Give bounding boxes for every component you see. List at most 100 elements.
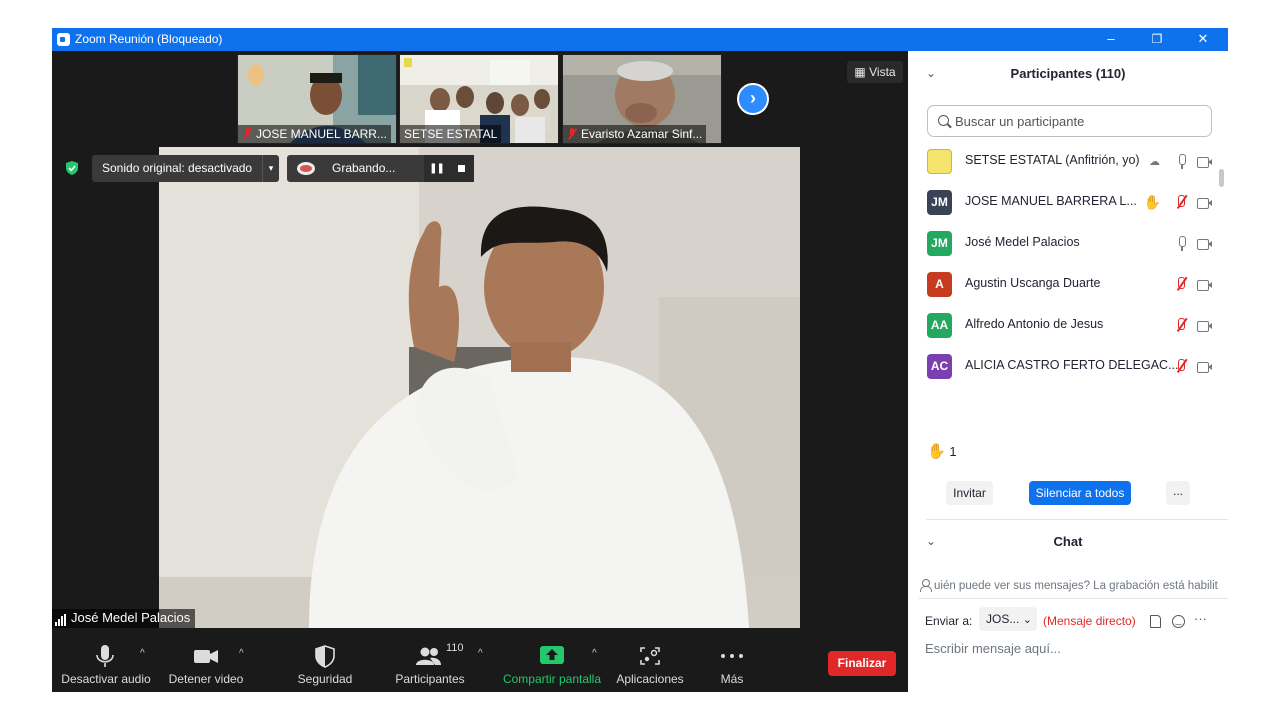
end-meeting-button[interactable]: Finalizar: [828, 651, 896, 676]
participant-name: Alfredo Antonio de Jesus: [965, 317, 1104, 331]
microphone-icon[interactable]: [1177, 154, 1187, 169]
search-input[interactable]: [955, 112, 1205, 130]
participant-status-icons: [1133, 359, 1213, 375]
recording-label: Grabando...: [332, 161, 396, 175]
participant-count: 110: [446, 642, 464, 654]
minimize-button[interactable]: –: [1088, 28, 1134, 51]
participant-name: JOSE MANUEL BARRERA L...: [965, 194, 1137, 208]
camera-icon[interactable]: [1197, 321, 1213, 332]
recording-indicator: Grabando... ❚❚: [287, 155, 474, 182]
original-sound-toggle[interactable]: Sonido original: desactivado ▾: [92, 155, 279, 182]
speaker-name-tag: José Medel Palacios: [52, 609, 196, 628]
microphone-icon[interactable]: [1177, 236, 1187, 251]
audio-options-caret[interactable]: ^: [140, 648, 145, 659]
more-dots-icon: [721, 654, 743, 658]
participant-row[interactable]: JM José Medel Palacios: [908, 223, 1213, 264]
person-icon: [920, 579, 932, 592]
recipient-select[interactable]: JOS... ⌄: [979, 607, 1037, 631]
participant-name: Agustin Uscanga Duarte: [965, 276, 1101, 290]
security-button[interactable]: Seguridad: [290, 636, 360, 692]
participants-button[interactable]: 110 Participantes: [390, 636, 470, 692]
camera-icon[interactable]: [1197, 157, 1213, 168]
original-sound-label: Sonido original: desactivado: [102, 161, 253, 175]
participants-options-caret[interactable]: ^: [478, 648, 483, 659]
microphone-muted-icon[interactable]: [1175, 195, 1187, 210]
chat-divider: [918, 598, 1228, 599]
chat-header: ⌄ Chat: [908, 520, 1228, 560]
chevron-down-icon: ⌄: [1022, 614, 1032, 626]
search-icon: [938, 115, 949, 126]
close-button[interactable]: ✕: [1180, 28, 1226, 51]
view-button[interactable]: ▦ Vista: [847, 61, 903, 83]
title-bar: Zoom Reunión (Bloqueado) – ❐ ✕: [52, 28, 1228, 51]
main-speaker-video: [159, 147, 800, 628]
sound-dropdown-caret[interactable]: ▾: [262, 155, 279, 182]
cloud-recording-icon: ☁: [1149, 156, 1160, 168]
microphone-muted-icon[interactable]: [1175, 359, 1187, 374]
apps-icon: [640, 647, 660, 665]
mic-muted-icon: [567, 128, 577, 140]
participant-status-icons: [1133, 277, 1213, 293]
participants-header: ⌄ Participantes (110): [908, 51, 1228, 95]
chat-title: Chat: [1053, 534, 1083, 549]
avatar: AC: [927, 354, 952, 379]
participant-name: SETSE ESTATAL (Anfitrión, yo): [965, 153, 1140, 167]
video-thumbnail[interactable]: SETSE ESTATAL: [399, 54, 559, 144]
invite-button[interactable]: Invitar: [946, 481, 993, 505]
microphone-muted-icon[interactable]: [1175, 277, 1187, 292]
meeting-toolbar: Desactivar audio ^ Detener video ^ Segur…: [52, 636, 908, 692]
pause-recording-button[interactable]: ❚❚: [424, 155, 449, 182]
camera-icon[interactable]: [1197, 198, 1213, 209]
camera-icon[interactable]: [1197, 280, 1213, 291]
participant-row[interactable]: JM JOSE MANUEL BARRERA L... ✋: [908, 182, 1213, 223]
participant-row[interactable]: AA Alfredo Antonio de Jesus: [908, 305, 1213, 346]
recording-icon: [297, 162, 315, 175]
participants-more-button[interactable]: ...: [1166, 481, 1190, 505]
restore-button[interactable]: ❐: [1134, 28, 1180, 51]
avatar: JM: [927, 231, 952, 256]
next-page-button[interactable]: ›: [737, 83, 769, 115]
participant-name: José Medel Palacios: [965, 235, 1080, 249]
participant-row[interactable]: SETSE ESTATAL (Anfitrión, yo) ☁: [908, 141, 1213, 182]
raised-hands-summary: ✋ 1: [927, 443, 957, 460]
raised-hand-icon: ✋: [927, 443, 946, 460]
thumbnail-name: JOSE MANUEL BARR...: [238, 125, 391, 143]
participant-row[interactable]: AC ALICIA CASTRO FERTO DELEGAC...: [908, 346, 1213, 387]
chat-more-button[interactable]: ···: [1194, 611, 1207, 626]
raised-hand-icon: ✋: [1143, 194, 1161, 210]
video-thumbnail[interactable]: JOSE MANUEL BARR...: [237, 54, 397, 144]
direct-message-label: (Mensaje directo): [1043, 614, 1136, 628]
thumbnail-name: Evaristo Azamar Sinf...: [563, 125, 707, 143]
participant-status-icons: ☁: [1133, 154, 1213, 170]
participant-status-icons: [1133, 236, 1213, 252]
participant-search[interactable]: [927, 105, 1212, 137]
participant-row[interactable]: A Agustin Uscanga Duarte: [908, 264, 1213, 305]
scrollbar-thumb[interactable]: [1219, 169, 1224, 187]
avatar: AA: [927, 313, 952, 338]
emoji-icon[interactable]: ‿: [1172, 615, 1185, 628]
grid-icon: ▦: [854, 65, 866, 79]
mic-muted-icon: [242, 128, 252, 140]
stop-recording-button[interactable]: [449, 155, 474, 182]
window-title: Zoom Reunión (Bloqueado): [75, 32, 223, 46]
more-button[interactable]: Más: [708, 636, 756, 692]
video-options-caret[interactable]: ^: [239, 648, 244, 659]
share-options-caret[interactable]: ^: [592, 648, 597, 659]
video-thumbnail[interactable]: Evaristo Azamar Sinf...: [562, 54, 722, 144]
share-screen-button[interactable]: Compartir pantalla: [500, 636, 604, 692]
camera-icon[interactable]: [1197, 362, 1213, 373]
mute-all-button[interactable]: Silenciar a todos: [1029, 481, 1131, 505]
meeting-area: JOSE MANUEL BARR... SETSE ESTATAL Evaris…: [52, 51, 908, 692]
zoom-window: Zoom Reunión (Bloqueado) – ❐ ✕ JOSE MANU…: [52, 28, 1228, 692]
chat-message-input[interactable]: [925, 639, 1215, 657]
participants-title: Participantes (110): [1010, 66, 1126, 81]
apps-button[interactable]: Aplicaciones: [614, 636, 686, 692]
stop-video-button[interactable]: Detener video: [162, 636, 250, 692]
file-icon[interactable]: [1150, 615, 1161, 628]
participant-list-scrollbar[interactable]: [1219, 169, 1224, 427]
participant-status-icons: [1133, 318, 1213, 334]
signal-strength-icon: [55, 611, 67, 626]
mute-audio-button[interactable]: Desactivar audio: [58, 636, 154, 692]
camera-icon[interactable]: [1197, 239, 1213, 250]
microphone-muted-icon[interactable]: [1175, 318, 1187, 333]
